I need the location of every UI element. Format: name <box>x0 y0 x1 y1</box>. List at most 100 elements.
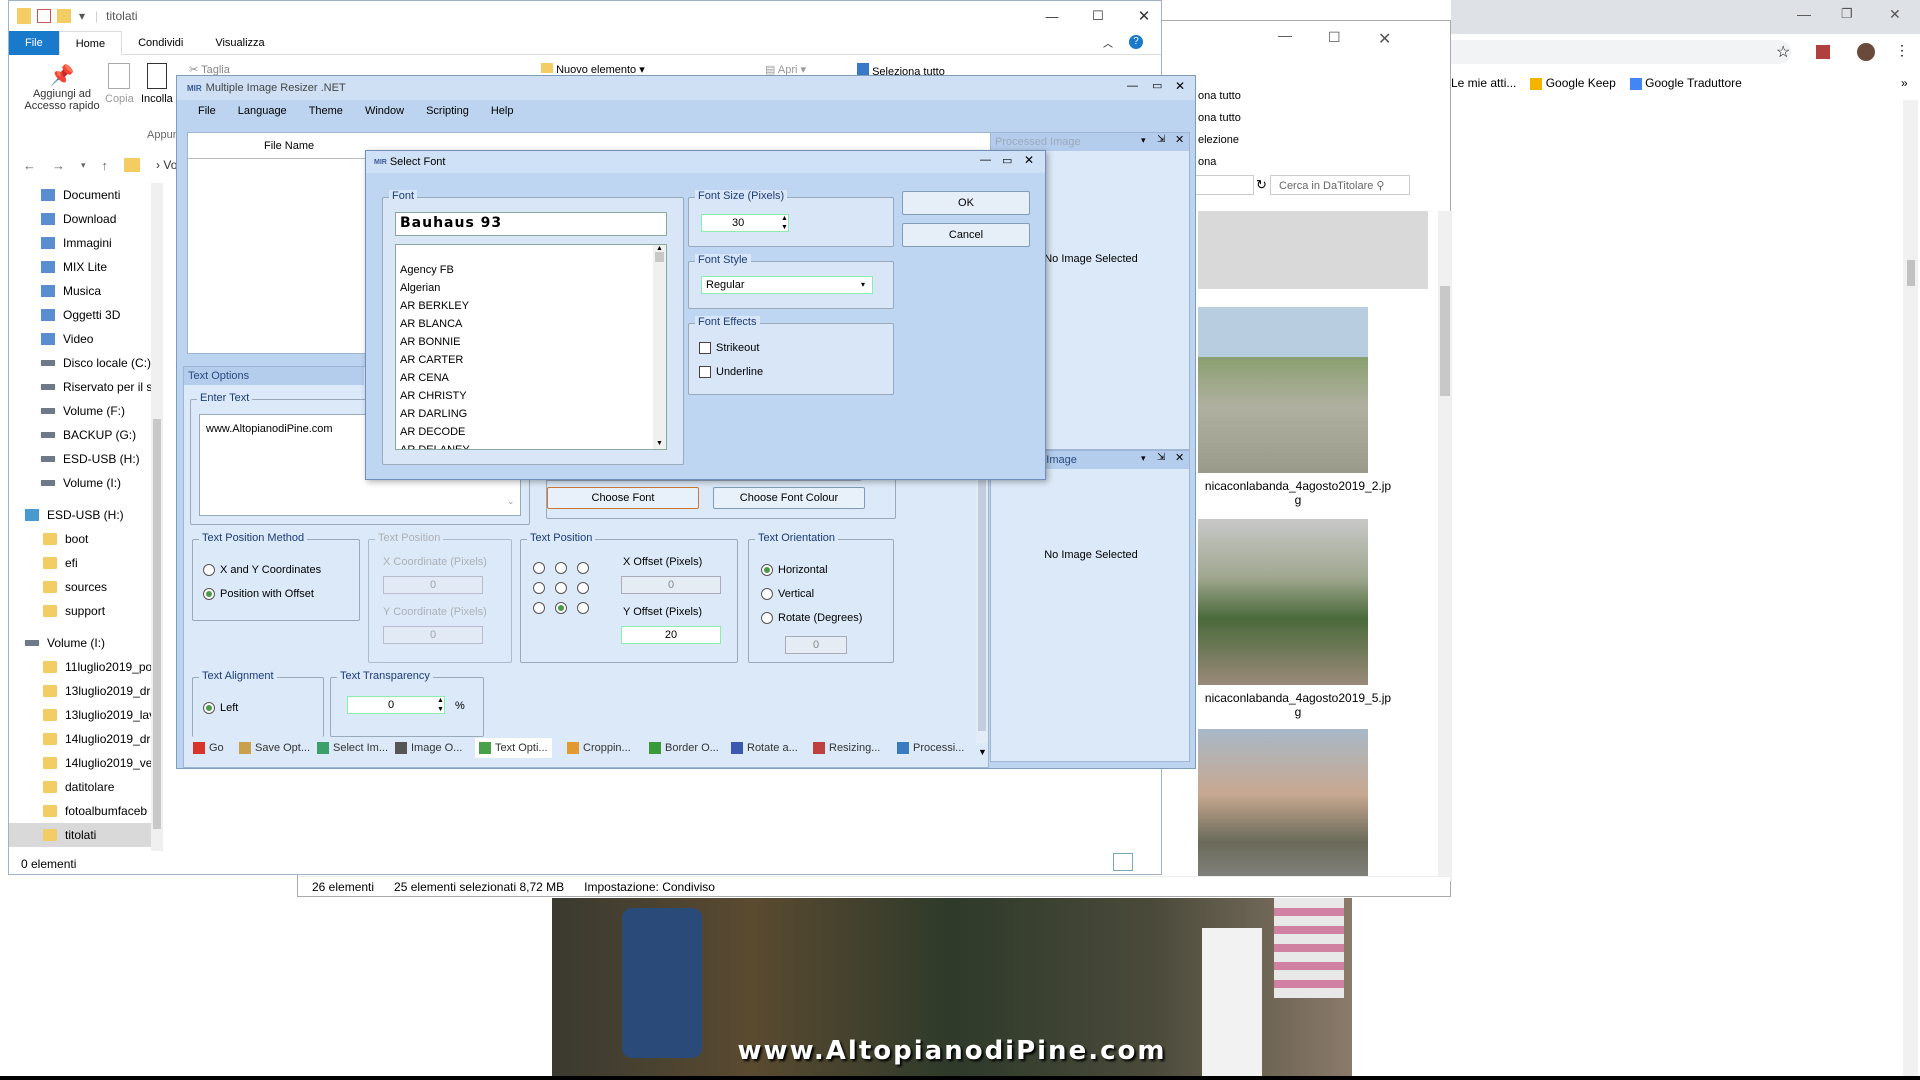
close-icon[interactable]: ✕ <box>1175 79 1185 93</box>
up-icon[interactable]: ↑ <box>102 158 109 173</box>
position-offset-radio[interactable]: Position with Offset <box>203 588 314 600</box>
font-list-item[interactable]: AR CHRISTY <box>396 387 666 405</box>
left-align-radio[interactable]: Left <box>203 702 238 714</box>
nav-item[interactable]: ESD-USB (H:) <box>9 447 159 471</box>
maximize-icon[interactable]: ▭ <box>1002 154 1012 167</box>
menu-file[interactable]: File <box>187 105 227 117</box>
panel-menu-icon[interactable]: ▾ <box>1141 453 1146 464</box>
paste-button[interactable]: Incolla <box>141 63 173 105</box>
refresh-icon[interactable]: ↻ <box>1256 177 1267 193</box>
anchor-radio[interactable] <box>555 562 567 574</box>
bottom-tab[interactable]: Image O... <box>395 738 462 758</box>
file-label[interactable]: nicaconlabanda_4agosto2019_5.jp g <box>1198 691 1398 719</box>
anchor-radio[interactable] <box>533 582 545 594</box>
nav-item[interactable]: fotoalbumfaceb <box>9 799 159 823</box>
anchor-radio[interactable] <box>577 602 589 614</box>
font-list[interactable]: Agency FB Algerian AR BERKLEY AR BLANCA AR B… <box>395 244 667 450</box>
horizontal-radio[interactable]: Horizontal <box>761 564 828 576</box>
bottom-tab[interactable]: Go <box>193 738 224 758</box>
nav-scrollbar[interactable] <box>151 183 163 851</box>
nav-drive-esd[interactable]: ESD-USB (H:) <box>9 503 159 527</box>
bottom-tab[interactable]: Rotate a... <box>731 738 798 758</box>
bottom-tab[interactable]: Select Im... <box>317 738 388 758</box>
bookmark[interactable]: Le mie atti... <box>1451 76 1516 90</box>
search-input[interactable]: Cerca in DaTitolare ⚲ <box>1270 175 1410 195</box>
underline-checkbox[interactable]: Underline <box>699 366 763 378</box>
restore-icon[interactable]: ❐ <box>1841 6 1853 22</box>
close-icon[interactable]: ✕ <box>1889 6 1901 23</box>
scrollbar[interactable] <box>1904 100 1918 1080</box>
font-list-item[interactable]: AR DARLING <box>396 405 666 423</box>
minimize-icon[interactable]: — <box>980 154 991 166</box>
font-list-item[interactable]: AR DELANEY <box>396 441 666 449</box>
photo-thumbnail[interactable] <box>1198 729 1368 891</box>
nav-item[interactable]: 14luglio2019_ves <box>9 751 159 775</box>
select-all-label[interactable]: ona tutto <box>1198 85 1278 107</box>
nav-item[interactable]: sources <box>9 575 159 599</box>
bottom-tab[interactable]: Processi... <box>897 738 964 758</box>
back-icon[interactable]: ← <box>23 158 36 173</box>
xy-coordinates-radio[interactable]: X and Y Coordinates <box>203 564 321 576</box>
photo-thumbnail[interactable] <box>1198 307 1368 473</box>
nav-item[interactable]: 14luglio2019_dra <box>9 727 159 751</box>
nav-item[interactable]: 13luglio2019_dra <box>9 679 159 703</box>
font-list-item[interactable]: AR BERKLEY <box>396 297 666 315</box>
minimize-icon[interactable]: — <box>1278 27 1292 43</box>
font-list-item[interactable]: AR CENA <box>396 369 666 387</box>
anchor-radio[interactable] <box>533 602 545 614</box>
more-bookmarks-icon[interactable]: » <box>1901 76 1908 90</box>
select-none-label[interactable]: ona tutto <box>1198 107 1278 129</box>
font-name-input[interactable]: Bauhaus 93 <box>395 212 667 236</box>
nav-item[interactable]: Musica <box>9 279 159 303</box>
anchor-radio[interactable] <box>533 562 545 574</box>
nav-item[interactable]: Disco locale (C:) <box>9 351 159 375</box>
nav-item[interactable]: Documenti <box>9 183 159 207</box>
nav-item[interactable]: Immagini <box>9 231 159 255</box>
stepper-arrows-icon[interactable]: ▲ ▼ <box>437 696 444 714</box>
anchor-radio[interactable] <box>555 582 567 594</box>
bottom-tab[interactable]: Text Opti... <box>475 738 552 758</box>
menu-window[interactable]: Window <box>354 105 415 117</box>
maximize-icon[interactable]: ☐ <box>1328 29 1341 46</box>
nav-item[interactable]: support <box>9 599 159 623</box>
forward-icon[interactable]: → <box>52 158 65 173</box>
nav-item[interactable]: efi <box>9 551 159 575</box>
help-icon[interactable]: ? <box>1129 35 1143 49</box>
copy-button[interactable]: Copia <box>105 63 134 105</box>
nav-item[interactable]: Download <box>9 207 159 231</box>
nav-item[interactable]: 13luglio2019_lav <box>9 703 159 727</box>
transparency-stepper[interactable]: 0 <box>347 696 445 714</box>
large-icons-view-icon[interactable] <box>1137 853 1157 871</box>
pin-icon[interactable]: ⇲ <box>1157 134 1165 145</box>
panel-menu-icon[interactable]: ▾ <box>1141 135 1146 146</box>
maximize-icon[interactable]: ☐ <box>1075 1 1121 31</box>
scroll-down-icon[interactable]: ⌄ <box>507 496 515 507</box>
bookmark[interactable]: Google Keep <box>1530 76 1616 90</box>
menu-icon[interactable]: ⋮ <box>1895 42 1909 59</box>
stepper-arrows-icon[interactable]: ▲ ▼ <box>781 214 788 232</box>
details-view-icon[interactable] <box>1113 853 1133 871</box>
bottom-tab[interactable]: Border O... <box>649 738 719 758</box>
ok-button[interactable]: OK <box>902 191 1030 215</box>
invert-selection-label[interactable]: elezione <box>1198 129 1278 151</box>
font-list-item[interactable]: AR DECODE <box>396 423 666 441</box>
close-icon[interactable]: ✕ <box>1175 451 1184 464</box>
maximize-icon[interactable]: ▭ <box>1152 79 1162 92</box>
nav-item[interactable]: datitolare <box>9 775 159 799</box>
scroll-down-icon[interactable]: ▼ <box>978 747 987 757</box>
anchor-radio[interactable] <box>577 562 589 574</box>
pin-icon[interactable]: ⇲ <box>1157 452 1165 463</box>
new-folder-icon[interactable] <box>57 9 71 23</box>
pdf-extension-icon[interactable] <box>1816 45 1830 59</box>
pin-button[interactable]: 📌 Aggiungi ad Accesso rapido <box>17 63 107 112</box>
close-icon[interactable]: ✕ <box>1175 133 1184 146</box>
close-icon[interactable]: ✕ <box>1378 29 1391 49</box>
tab-file[interactable]: File <box>9 30 59 55</box>
close-icon[interactable]: ✕ <box>1024 153 1034 167</box>
choose-font-colour-button[interactable]: Choose Font Colour <box>713 487 865 509</box>
font-list-scrollbar[interactable]: ▲ ▼ <box>653 245 666 449</box>
tab-home[interactable]: Home <box>58 30 123 55</box>
choose-font-button[interactable]: Choose Font <box>547 487 699 509</box>
nav-item[interactable]: Volume (F:) <box>9 399 159 423</box>
nav-item[interactable]: Volume (I:) <box>9 471 159 495</box>
